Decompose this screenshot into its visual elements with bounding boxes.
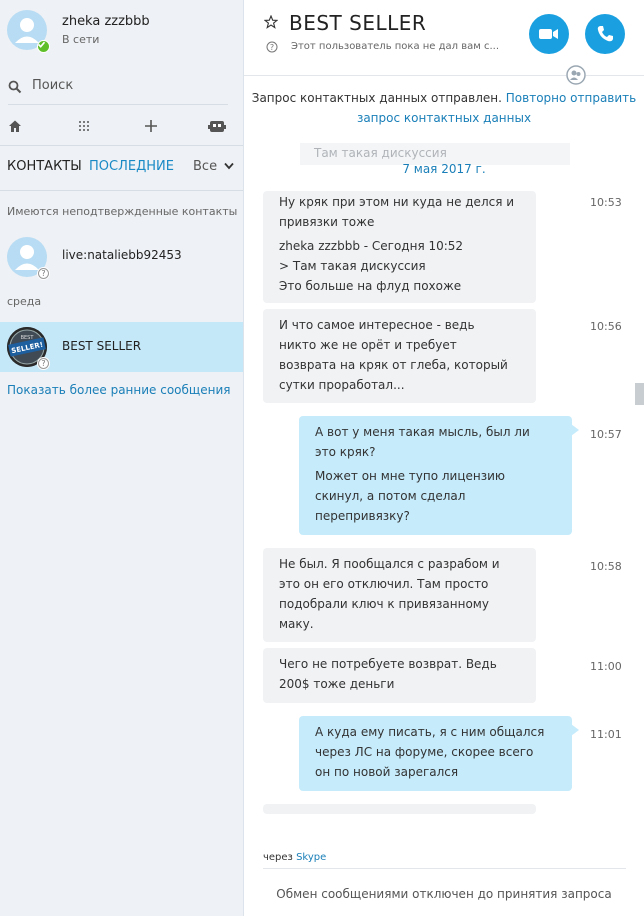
message-bubble-outgoing[interactable]: А вот у меня такая мысль, был ли это кря… (299, 416, 579, 535)
message-line: перепривязку? (315, 509, 410, 523)
divider (8, 104, 228, 105)
divider (0, 190, 243, 191)
message-bubble[interactable]: И что самое интересное - ведь никто же н… (263, 309, 536, 403)
contact-name: live:nataliebb92453 (62, 248, 182, 262)
via-text: через (263, 852, 293, 863)
sidebar-toolbar (0, 112, 243, 140)
contact-tabs: КОНТАКТЫ ПОСЛЕДНИЕ Все (0, 156, 243, 178)
resend-request-link-2[interactable]: запрос контактных данных (357, 111, 531, 125)
resend-request-link[interactable]: Повторно отправить (506, 91, 636, 105)
message-line: возврата на кряк от глеба, который (279, 358, 508, 372)
people-icon (566, 65, 586, 85)
avatar: SELLER! BEST ? (7, 327, 50, 370)
message-line: Чего не потребуете возврат. Ведь (279, 657, 497, 671)
message-line: привязки тоже (279, 215, 375, 229)
message-time: 11:01 (590, 728, 622, 741)
message-line: это кряк? (315, 445, 376, 459)
message-line: Может он мне тупо лицензию (315, 469, 506, 483)
unconfirmed-label: Имеются неподтвержденные контакты (7, 205, 238, 218)
divider (0, 145, 243, 146)
message-line: никто же не орёт и требует (279, 338, 457, 352)
contact-item-selected[interactable]: SELLER! BEST ? BEST SELLER (0, 322, 243, 372)
message-line: Ну кряк при этом ни куда не делся и (279, 195, 515, 209)
contact-item[interactable]: ? live:nataliebb92453 (0, 231, 243, 281)
message-time: 10:57 (590, 428, 622, 441)
audio-call-button[interactable] (585, 14, 625, 54)
filter-value: Все (193, 159, 218, 174)
chat-header: BEST SELLER ? Этот пользователь пока не … (244, 0, 644, 85)
skype-link[interactable]: Skype (296, 852, 326, 863)
chevron-down-icon (224, 162, 234, 170)
message-line: Это больше на флуд похоже (279, 279, 462, 293)
contact-info-text: Этот пользователь пока не дал вам с... (291, 41, 500, 52)
contact-name: BEST SELLER (62, 339, 142, 353)
message-line: он по новой зарегался (315, 765, 459, 779)
message-bubble[interactable]: Не был. Я пообщался с разрабом и это он … (263, 548, 536, 642)
profile-name: zheka zzzbbb (62, 14, 150, 29)
search-input[interactable]: Поиск (8, 78, 228, 96)
avatar[interactable] (7, 10, 50, 53)
svg-text:BEST: BEST (21, 335, 35, 341)
pending-status-icon: ? (37, 267, 50, 280)
avatar: ? (7, 237, 50, 280)
show-earlier-link[interactable]: Показать более ранние сообщения (7, 383, 230, 397)
video-call-button[interactable] (529, 14, 569, 54)
message-line: маку. (279, 617, 314, 631)
plus-icon[interactable] (141, 116, 161, 136)
tab-recent[interactable]: ПОСЛЕДНИЕ (89, 159, 174, 174)
conversation-pane: BEST SELLER ? Этот пользователь пока не … (244, 0, 644, 916)
svg-text:?: ? (270, 43, 274, 52)
search-placeholder: Поиск (32, 78, 74, 93)
divider (263, 868, 626, 869)
message-bubble[interactable]: Чего не потребуете возврат. Ведь 200$ то… (263, 648, 536, 703)
message-line: подобрали ключ к привязанному (279, 597, 489, 611)
star-icon[interactable] (264, 15, 278, 29)
dialpad-icon[interactable] (74, 116, 94, 136)
message-line: 200$ тоже деньги (279, 677, 395, 691)
info-icon: ? (266, 41, 278, 53)
chat-title: BEST SELLER (289, 11, 427, 35)
message-line: А вот у меня такая мысль, был ли (315, 425, 530, 439)
message-bubble[interactable]: Ну кряк при этом ни куда не делся и прив… (263, 191, 536, 303)
sidebar: zheka zzzbbb В сети Поиск КОНТАКТЫ ПОСЛЕ… (0, 0, 244, 916)
message-line: И что самое интересное - ведь (279, 318, 475, 332)
bot-icon[interactable] (207, 116, 227, 136)
messaging-disabled-notice: Обмен сообщениями отключен до принятия з… (276, 887, 612, 901)
pending-status-icon: ? (37, 357, 50, 370)
filter-dropdown[interactable]: Все (193, 159, 234, 174)
message-bubble-partial (263, 804, 536, 814)
message-line: сутки проработал... (279, 378, 405, 392)
add-participants-button[interactable] (566, 65, 586, 85)
message-line: через ЛС на форуме, скорее всего (315, 745, 534, 759)
quote-header: zheka zzzbbb - Сегодня 10:52 (279, 239, 464, 253)
message-line: Не был. Я пообщался с разрабом и (279, 557, 500, 571)
scrollbar-thumb[interactable] (635, 383, 644, 405)
message-time: 10:53 (590, 196, 622, 209)
contact-request-notice: Запрос контактных данных отправлен. Повт… (244, 88, 644, 128)
profile-header[interactable]: zheka zzzbbb В сети (0, 0, 243, 65)
message-line: это он его отключил. Там просто (279, 577, 489, 591)
phone-icon (597, 26, 613, 42)
message-time: 10:56 (590, 320, 622, 333)
message-bubble-outgoing[interactable]: А куда ему писать, я с ним общался через… (299, 716, 579, 791)
tab-contacts[interactable]: КОНТАКТЫ (7, 159, 82, 174)
day-label: среда (7, 295, 42, 308)
online-status-icon (37, 40, 50, 53)
video-camera-icon (539, 29, 558, 39)
search-icon (8, 80, 22, 94)
profile-status: В сети (62, 33, 100, 46)
message-line: скинул, а потом сделал (315, 489, 466, 503)
date-separator: 7 мая 2017 г. (402, 162, 486, 176)
request-sent-text: Запрос контактных данных отправлен. (251, 91, 502, 105)
message-time: 11:00 (590, 660, 622, 673)
quote-line: > Там такая дискуссия (279, 259, 426, 273)
message-line: А куда ему писать, я с ним общался (315, 725, 545, 739)
via-label: через Skype (263, 852, 326, 863)
message-time: 10:58 (590, 560, 622, 573)
home-icon[interactable] (5, 116, 25, 136)
